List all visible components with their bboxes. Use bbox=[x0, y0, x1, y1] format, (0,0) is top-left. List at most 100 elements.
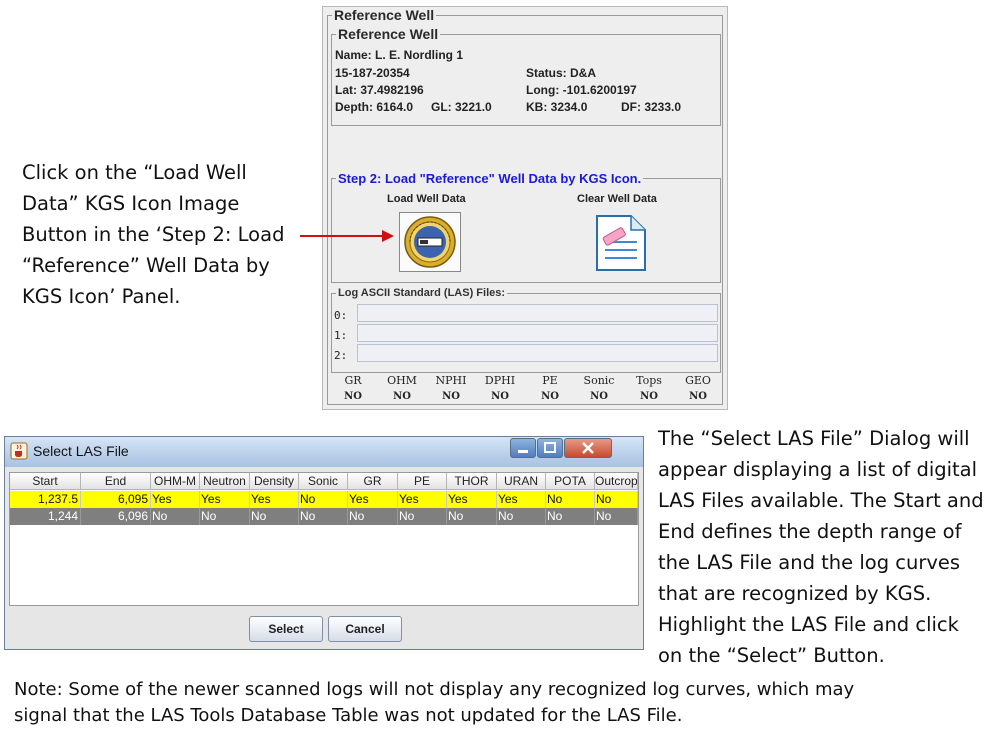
dialog-title-bar[interactable]: Select LAS File bbox=[5, 437, 643, 467]
instruction-line: “Reference” Well Data by bbox=[22, 254, 270, 277]
las-files-title: Log ASCII Standard (LAS) Files: bbox=[338, 287, 506, 299]
curve-value-dphi: NO bbox=[491, 391, 509, 402]
table-cell: 1,237.5 bbox=[10, 491, 81, 508]
table-cell: No bbox=[546, 491, 595, 508]
las-file-table[interactable]: Start End OHM-M Neutron Density Sonic GR… bbox=[9, 472, 639, 606]
select-button[interactable]: Select bbox=[249, 616, 323, 642]
well-status: Status: D&A bbox=[526, 66, 597, 80]
column-header[interactable]: GR bbox=[348, 473, 398, 490]
instruction-line: on the “Select” Button. bbox=[658, 644, 885, 667]
instruction-line: the LAS File and the log curves bbox=[658, 551, 961, 574]
clear-well-data-label: Clear Well Data bbox=[577, 193, 657, 205]
well-latitude: Lat: 37.4982196 bbox=[335, 83, 424, 97]
table-cell: Yes bbox=[348, 491, 398, 508]
column-header[interactable]: OHM-M bbox=[151, 473, 200, 490]
curve-value-geo: NO bbox=[689, 391, 707, 402]
curve-label-geo: GEO bbox=[685, 374, 711, 387]
table-cell: Yes bbox=[200, 491, 250, 508]
note-line: Note: Some of the newer scanned logs wil… bbox=[14, 679, 855, 700]
column-header[interactable]: Outcrop bbox=[595, 473, 638, 490]
note-line: signal that the LAS Tools Database Table… bbox=[14, 705, 683, 726]
column-header[interactable]: THOR bbox=[447, 473, 497, 490]
table-cell: No bbox=[299, 508, 348, 525]
well-depth: Depth: 6164.0 bbox=[335, 100, 414, 114]
close-icon bbox=[582, 442, 594, 454]
curve-value-nphi: NO bbox=[442, 391, 460, 402]
table-cell: Yes bbox=[497, 491, 546, 508]
column-header[interactable]: End bbox=[81, 473, 151, 490]
curve-value-ohm: NO bbox=[393, 391, 411, 402]
dialog-instruction-text: The “Select LAS File” Dialog will appear… bbox=[658, 423, 984, 671]
step2-title: Step 2: Load "Reference" Well Data by KG… bbox=[338, 171, 642, 186]
las-row-0-label: 0: bbox=[334, 309, 348, 322]
table-cell: No bbox=[398, 508, 447, 525]
instruction-line: The “Select LAS File” Dialog will bbox=[658, 427, 970, 450]
table-cell: 6,095 bbox=[81, 491, 151, 508]
table-cell: Yes bbox=[250, 491, 299, 508]
curve-label-dphi: DPHI bbox=[484, 374, 516, 387]
table-cell: No bbox=[497, 508, 546, 525]
reference-well-inner-title: Reference Well bbox=[338, 26, 439, 42]
instruction-line: Click on the “Load Well bbox=[22, 161, 247, 184]
table-cell: Yes bbox=[447, 491, 497, 508]
las-file-field-2[interactable] bbox=[357, 344, 718, 362]
column-header[interactable]: Neutron bbox=[200, 473, 250, 490]
well-name: Name: L. E. Nordling 1 bbox=[335, 48, 464, 62]
instruction-line: End defines the depth range of bbox=[658, 520, 962, 543]
table-cell: No bbox=[151, 508, 200, 525]
load-well-data-label: Load Well Data bbox=[387, 193, 466, 205]
curve-label-gr: GR bbox=[344, 374, 362, 387]
las-row-2-label: 2: bbox=[334, 349, 348, 362]
well-gl: GL: 3221.0 bbox=[431, 100, 492, 114]
curve-value-gr: NO bbox=[344, 391, 362, 402]
clear-well-data-button[interactable] bbox=[593, 212, 649, 272]
instruction-line: that are recognized by KGS. bbox=[658, 582, 932, 605]
column-header[interactable]: PE bbox=[398, 473, 447, 490]
curve-label-pe: PE bbox=[542, 374, 558, 387]
column-header[interactable]: POTA bbox=[546, 473, 595, 490]
curve-label-nphi: NPHI bbox=[435, 374, 467, 387]
well-kb: KB: 3234.0 bbox=[526, 100, 588, 114]
instruction-line: Data” KGS Icon Image bbox=[22, 192, 240, 215]
las-file-field-0[interactable] bbox=[357, 304, 718, 322]
well-longitude: Long: -101.6200197 bbox=[526, 83, 637, 97]
table-cell: Yes bbox=[151, 491, 200, 508]
table-cell: No bbox=[546, 508, 595, 525]
curve-label-ohm: OHM bbox=[387, 374, 417, 387]
curve-label-tops: Tops bbox=[636, 374, 662, 387]
column-header[interactable]: URAN bbox=[497, 473, 546, 490]
pointer-arrow-icon bbox=[300, 230, 394, 242]
maximize-icon bbox=[544, 442, 556, 453]
close-button[interactable] bbox=[564, 438, 612, 458]
las-row-1-label: 1: bbox=[334, 329, 348, 342]
table-row-selected[interactable]: 1,237.5 6,095 Yes Yes Yes No Yes Yes Yes… bbox=[10, 491, 638, 508]
table-cell: No bbox=[595, 491, 638, 508]
table-cell: No bbox=[595, 508, 638, 525]
dialog-title: Select LAS File bbox=[33, 443, 129, 459]
clear-document-icon bbox=[596, 215, 646, 271]
instruction-line: LAS Files available. The Start and bbox=[658, 489, 984, 512]
table-cell: No bbox=[250, 508, 299, 525]
column-header[interactable]: Start bbox=[10, 473, 81, 490]
curve-label-sonic: Sonic bbox=[583, 374, 615, 387]
las-file-field-1[interactable] bbox=[357, 324, 718, 342]
kgs-seal-icon bbox=[404, 216, 456, 268]
instruction-line: KGS Icon’ Panel. bbox=[22, 285, 181, 308]
java-cup-icon bbox=[10, 442, 28, 460]
cancel-button[interactable]: Cancel bbox=[328, 616, 402, 642]
table-cell: No bbox=[200, 508, 250, 525]
column-header[interactable]: Density bbox=[250, 473, 299, 490]
table-cell: Yes bbox=[398, 491, 447, 508]
curve-value-sonic: NO bbox=[590, 391, 608, 402]
curve-value-pe: NO bbox=[541, 391, 559, 402]
minimize-button[interactable] bbox=[510, 438, 536, 458]
maximize-button[interactable] bbox=[537, 438, 563, 458]
instruction-line: appear displaying a list of digital bbox=[658, 458, 978, 481]
table-cell: No bbox=[348, 508, 398, 525]
column-header[interactable]: Sonic bbox=[299, 473, 348, 490]
table-row[interactable]: 1,244 6,096 No No No No No No No No No N… bbox=[10, 508, 638, 525]
well-api: 15-187-20354 bbox=[335, 66, 410, 80]
reference-well-outer-title: Reference Well bbox=[334, 7, 435, 23]
well-df: DF: 3233.0 bbox=[621, 100, 682, 114]
load-well-data-button[interactable] bbox=[399, 212, 461, 272]
